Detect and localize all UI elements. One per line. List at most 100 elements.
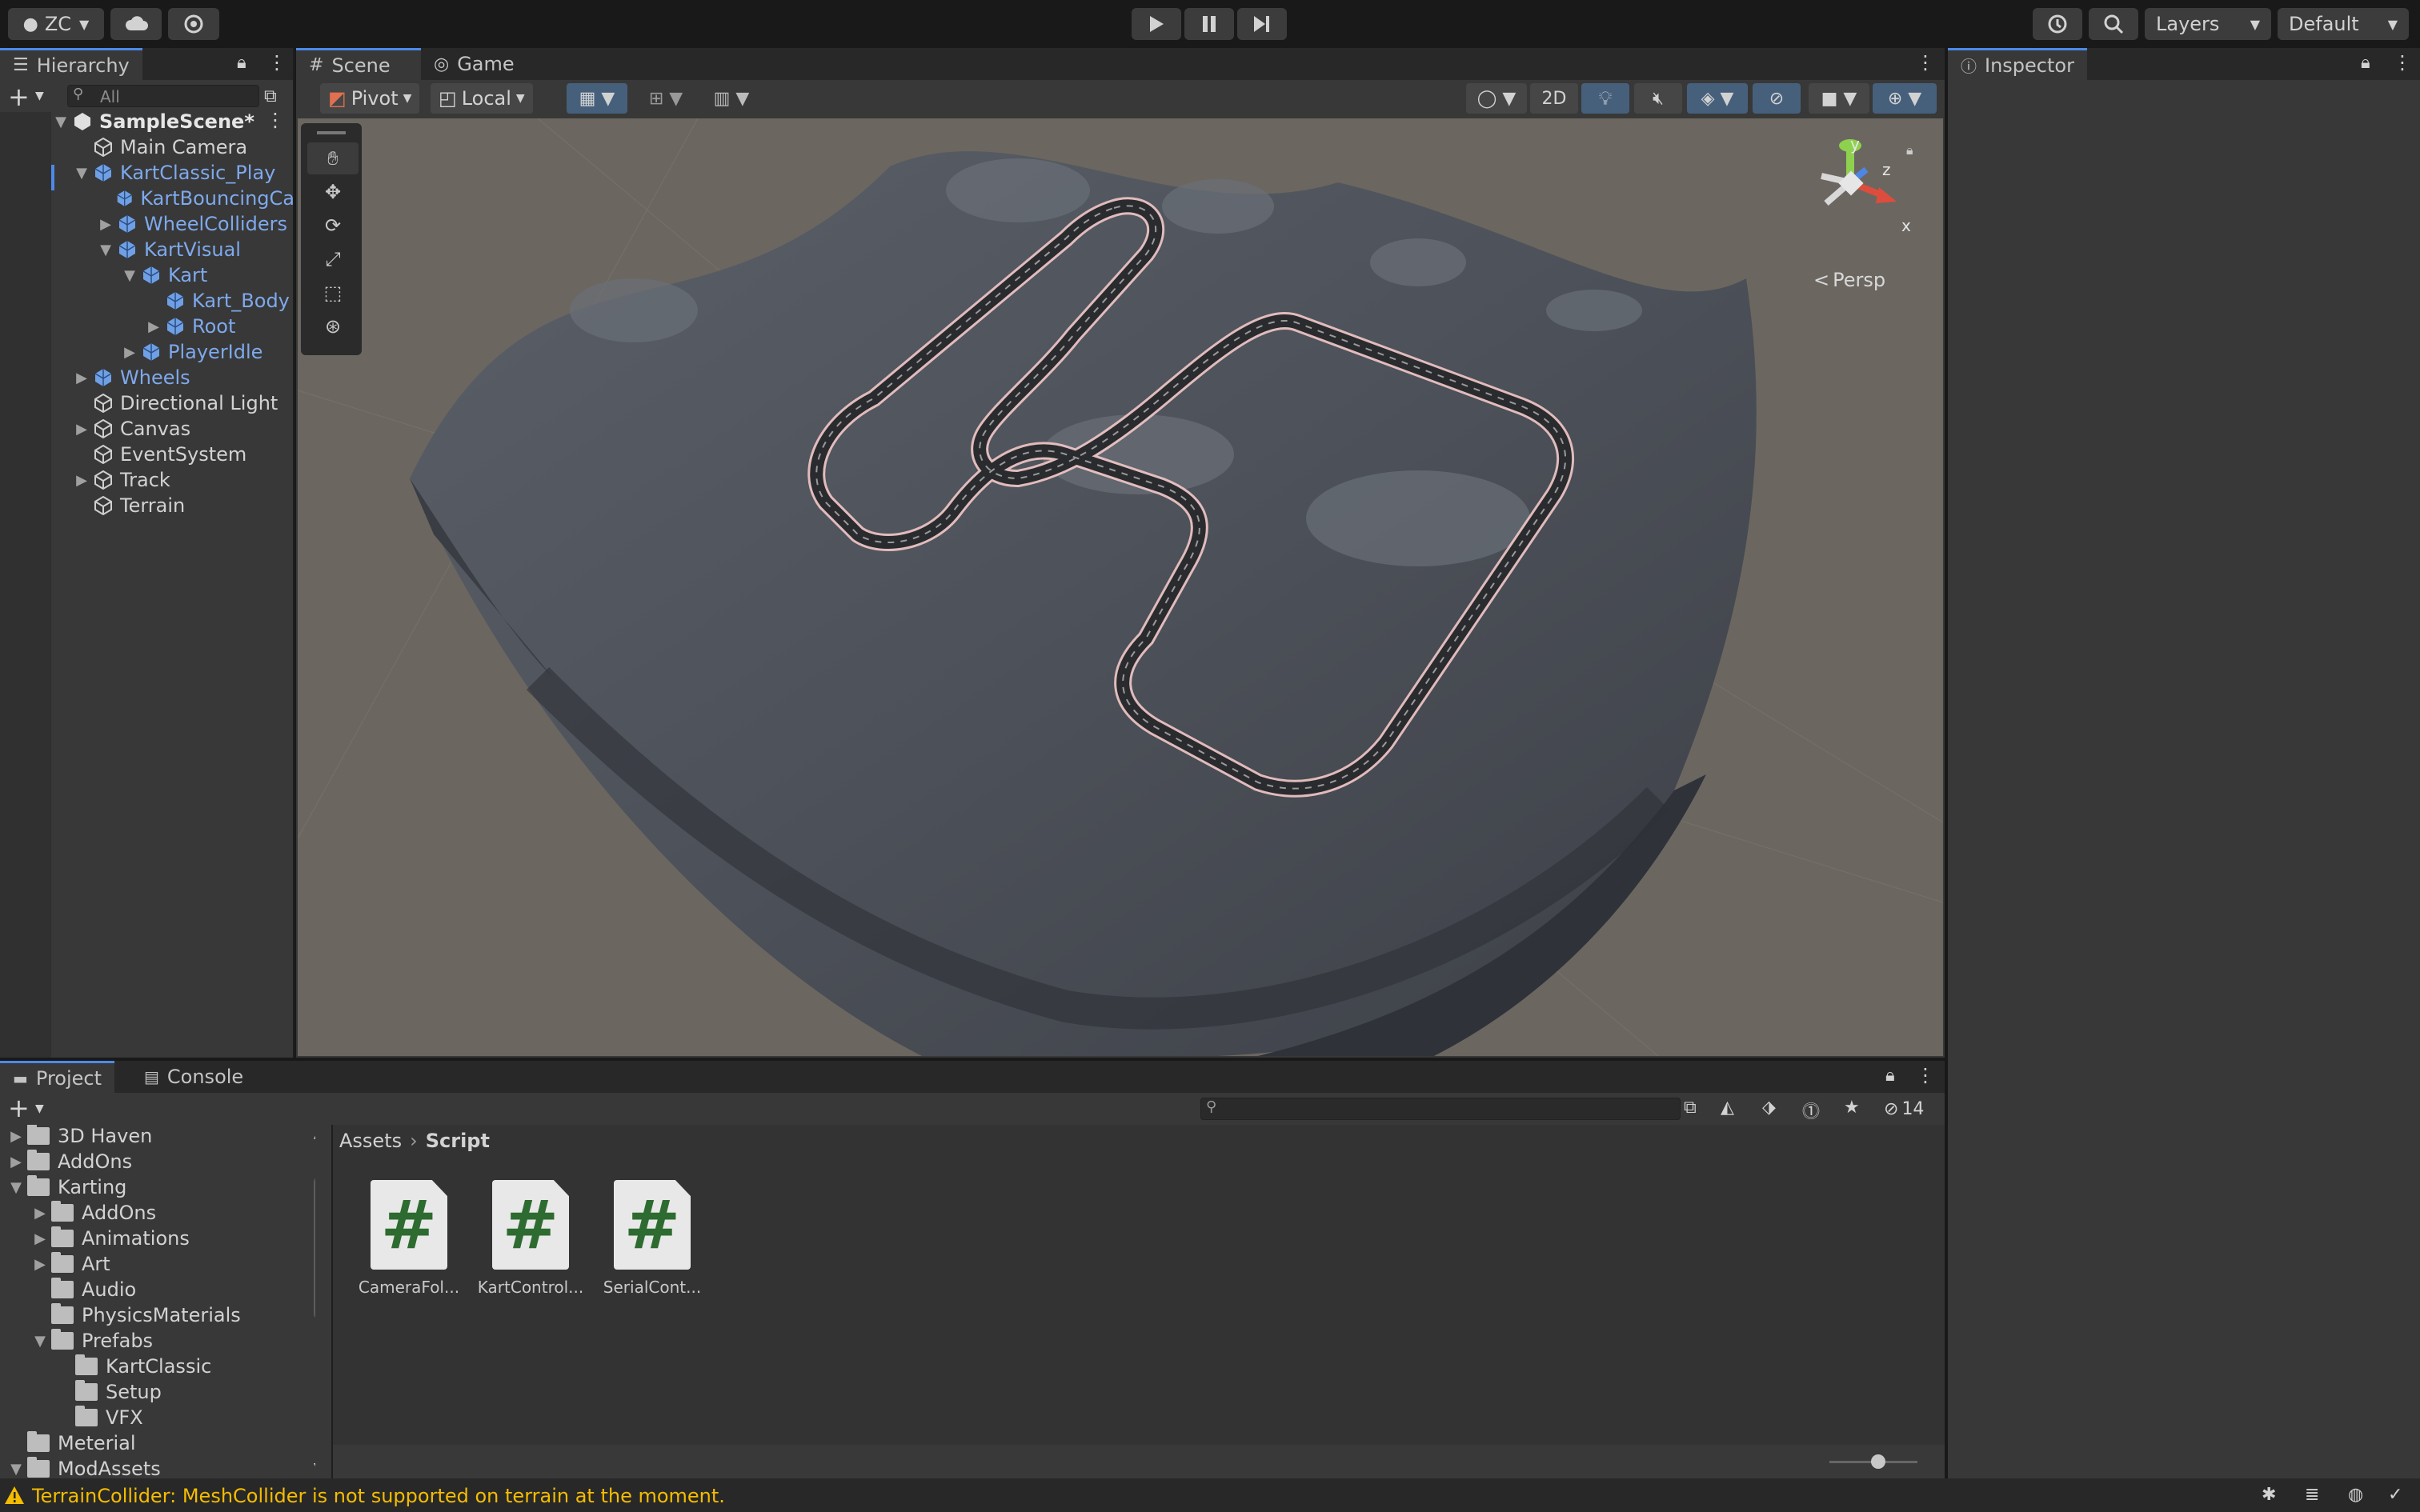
step-button[interactable]	[1237, 8, 1287, 40]
hierarchy-item[interactable]: KartBouncingCa	[98, 186, 294, 211]
hierarchy-item[interactable]: ▶ Canvas	[74, 416, 294, 442]
hierarchy-item[interactable]: ▼ Kart	[122, 262, 294, 288]
zoom-slider-thumb[interactable]	[1871, 1454, 1885, 1469]
scroll-up-icon[interactable]: ▲	[314, 1128, 315, 1141]
incremental-snap-button[interactable]: ⊞ ▼	[635, 83, 696, 114]
tab-inspector[interactable]: ⓘ Inspector	[1948, 48, 2087, 80]
expand-arrow-icon[interactable]: ▶	[98, 216, 114, 233]
breadcrumb-assets[interactable]: Assets	[339, 1130, 402, 1152]
status-message[interactable]: TerrainCollider: MeshCollider is not sup…	[32, 1485, 725, 1507]
tab-console[interactable]: ▤ Console	[131, 1061, 256, 1093]
rect-tool-button[interactable]: ⬚	[307, 277, 359, 309]
expand-arrow-icon[interactable]: ▼	[8, 1179, 24, 1196]
ruler-button[interactable]: ▥ ▼	[701, 83, 762, 114]
star-icon[interactable]: ★	[1844, 1098, 1860, 1118]
hierarchy-item[interactable]: Directional Light	[74, 390, 294, 416]
services-button[interactable]	[168, 8, 219, 40]
tab-scene[interactable]: # Scene	[296, 48, 421, 80]
lock-icon[interactable]: 🔒︎	[1906, 142, 1913, 158]
tab-hierarchy[interactable]: ☰ Hierarchy	[0, 48, 142, 80]
cloud-button[interactable]	[110, 8, 162, 40]
network-icon[interactable]: ◍	[2348, 1485, 2363, 1505]
audio-toggle[interactable]: 🔇︎	[1634, 83, 1682, 114]
hierarchy-item[interactable]: ▶ Root	[146, 314, 294, 339]
expand-arrow-icon[interactable]: ▼	[98, 242, 114, 258]
account-dropdown[interactable]: ● ZC ▼	[8, 8, 104, 40]
database-icon[interactable]: ≣	[2305, 1485, 2319, 1505]
scene-viewport[interactable]: ✋︎ ✥ ⟳ ⤢ ⬚ ⊛ y z x 🔒︎ < Persp	[298, 118, 1943, 1056]
expand-arrow-icon[interactable]: ▶	[146, 318, 162, 335]
pause-button[interactable]	[1184, 8, 1234, 40]
hidden-packages-toggle[interactable]: ⊘ 14	[1884, 1099, 1924, 1119]
folder-item[interactable]: PhysicsMaterials	[32, 1302, 241, 1328]
folder-item[interactable]: Meterial	[8, 1430, 136, 1456]
expand-arrow-icon[interactable]: ▼	[122, 267, 138, 284]
project-search-input[interactable]: ⚲	[1200, 1098, 1681, 1120]
tab-game[interactable]: ◎ Game	[421, 48, 527, 80]
hierarchy-item[interactable]: ▼ KartClassic_Play	[74, 160, 294, 186]
folder-item[interactable]: ▶ Animations	[32, 1226, 190, 1251]
expand-arrow-icon[interactable]: ▼	[53, 114, 69, 130]
lock-icon[interactable]: 🔒︎	[237, 53, 246, 73]
hierarchy-item[interactable]: ▼ KartVisual	[98, 237, 294, 262]
add-icon[interactable]: +	[8, 1093, 30, 1123]
folder-item[interactable]: Setup	[56, 1379, 162, 1405]
expand-arrow-icon[interactable]: ▶	[32, 1205, 48, 1222]
move-tool-button[interactable]: ✥	[307, 176, 359, 208]
lighting-toggle[interactable]: 💡︎	[1581, 83, 1629, 114]
folder-item[interactable]: Audio	[32, 1277, 136, 1302]
shading-mode-dropdown[interactable]: ◯ ▼	[1466, 83, 1527, 114]
tree-scrollbar-thumb[interactable]	[314, 1176, 315, 1320]
more-menu-icon[interactable]: ⋮	[1916, 1064, 1935, 1086]
hierarchy-item[interactable]: ▶ Wheels	[74, 365, 294, 390]
hierarchy-item[interactable]: ▶ PlayerIdle	[122, 339, 294, 365]
breadcrumb-script[interactable]: Script	[426, 1130, 490, 1152]
script-asset[interactable]: # KartControl...	[471, 1180, 591, 1297]
alert-icon[interactable]: ⓵	[1802, 1098, 1820, 1123]
lock-icon[interactable]: 🔒︎	[2361, 53, 2370, 73]
effects-dropdown[interactable]: ◈ ▼	[1687, 83, 1748, 114]
expand-arrow-icon[interactable]: ▶	[8, 1154, 24, 1170]
hierarchy-item[interactable]: EventSystem	[74, 442, 294, 467]
expand-arrow-icon[interactable]: ▶	[74, 421, 90, 438]
expand-arrow-icon[interactable]: ▼	[32, 1333, 48, 1350]
scroll-down-icon[interactable]: ▼	[314, 1461, 315, 1474]
hierarchy-item[interactable]: Terrain	[74, 493, 294, 518]
chevron-down-icon[interactable]: ▼	[35, 90, 44, 102]
play-button[interactable]	[1132, 8, 1181, 40]
folder-item[interactable]: ▼ Prefabs	[32, 1328, 153, 1354]
more-menu-icon[interactable]: ⋮	[2393, 51, 2412, 74]
hand-tool-button[interactable]: ✋︎	[307, 142, 359, 174]
camera-dropdown[interactable]: ■ ▼	[1809, 83, 1869, 114]
undo-history-button[interactable]	[2033, 8, 2082, 40]
search-options-icon[interactable]: ⧉	[264, 86, 277, 106]
more-menu-icon[interactable]: ⋮	[267, 51, 286, 74]
folder-item[interactable]: VFX	[56, 1405, 143, 1430]
transform-tool-button[interactable]: ⊛	[307, 310, 359, 342]
expand-arrow-icon[interactable]: ▶	[32, 1256, 48, 1273]
hidden-objects-toggle[interactable]: ⊘	[1753, 83, 1801, 114]
debug-icon[interactable]: ✱	[2262, 1485, 2276, 1505]
folder-item[interactable]: ▼ ModAssets	[8, 1456, 161, 1478]
more-menu-icon[interactable]: ⋮	[1916, 51, 1935, 74]
folder-item[interactable]: KartClassic	[56, 1354, 211, 1379]
expand-arrow-icon[interactable]: ▼	[74, 165, 90, 182]
script-asset[interactable]: # CameraFol...	[349, 1180, 469, 1297]
search-button[interactable]	[2089, 8, 2138, 40]
script-asset[interactable]: # SerialCont...	[592, 1180, 712, 1297]
hierarchy-item[interactable]: Main Camera	[74, 134, 294, 160]
expand-arrow-icon[interactable]: ▶	[122, 344, 138, 361]
expand-arrow-icon[interactable]: ▶	[74, 370, 90, 386]
folder-item[interactable]: ▶ AddOns	[32, 1200, 156, 1226]
expand-arrow-icon[interactable]: ▼	[8, 1461, 24, 1478]
folder-item[interactable]: ▼ Karting	[8, 1174, 126, 1200]
more-menu-icon[interactable]: ⋮	[266, 109, 285, 131]
mode-2d-button[interactable]: 2D	[1530, 83, 1578, 114]
expand-arrow-icon[interactable]: ▶	[32, 1230, 48, 1247]
tab-project[interactable]: ▬ Project	[0, 1061, 115, 1093]
folder-item[interactable]: ▶ AddOns	[8, 1149, 132, 1174]
check-icon[interactable]: ✓	[2388, 1485, 2402, 1505]
layout-dropdown[interactable]: Default ▼	[2278, 8, 2409, 40]
filter-type-icon[interactable]: ◭	[1721, 1098, 1734, 1118]
hierarchy-item[interactable]: Kart_Body	[146, 288, 294, 314]
